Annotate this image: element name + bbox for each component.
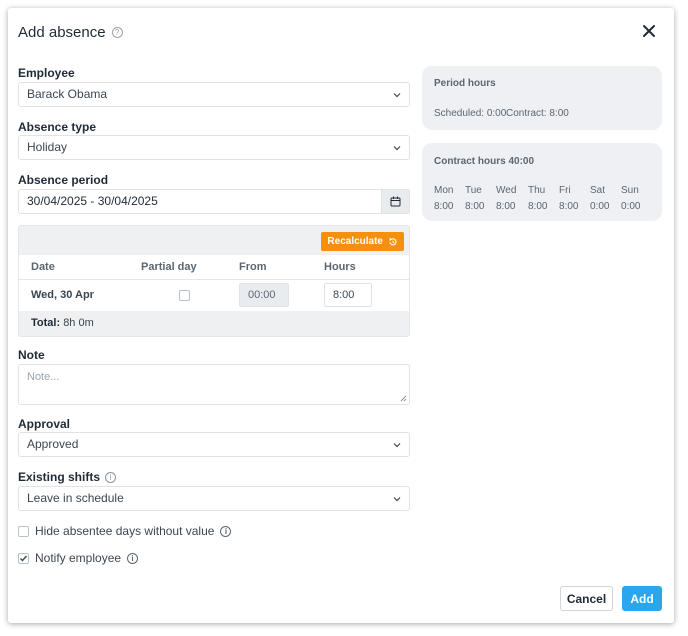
approval-select[interactable]: Approved — [18, 432, 410, 457]
note-placeholder: Note... — [27, 371, 60, 383]
day-hours: 8:00 — [528, 201, 548, 212]
notify-employee-label: Notify employee — [35, 551, 122, 565]
hide-absentee-row: Hide absentee days without value i — [18, 524, 232, 538]
approval-label: Approval — [18, 417, 71, 431]
employee-value: Barack Obama — [27, 87, 108, 101]
day-hours: 8:00 — [434, 201, 454, 212]
info-icon[interactable]: i — [220, 525, 232, 537]
info-icon[interactable]: i — [127, 552, 139, 564]
employee-label: Employee — [18, 66, 75, 80]
employee-select[interactable]: Barack Obama — [18, 82, 410, 107]
day-label: Wed — [496, 185, 517, 196]
contract-hours-title: Contract hours 40:00 — [434, 156, 535, 167]
header-partial-day: Partial day — [141, 261, 197, 273]
scheduled-hours: Scheduled: 0:00 — [434, 108, 507, 119]
day-hours: 0:00 — [590, 201, 610, 212]
checkmark-icon — [20, 555, 28, 562]
day-label: Thu — [528, 185, 546, 196]
info-icon[interactable]: i — [105, 471, 117, 483]
day-hours: 8:00 — [496, 201, 516, 212]
question-circle-icon[interactable]: ? — [111, 27, 123, 38]
hide-absentee-label: Hide absentee days without value — [35, 524, 215, 538]
day-hours: 8:00 — [465, 201, 485, 212]
contract-hours: Contract: 8:00 — [506, 108, 569, 119]
notify-employee-row: Notify employee i — [18, 551, 139, 565]
add-absence-dialog: Add absence ? Employee Barack Obama Abse… — [8, 8, 674, 623]
day-hours: 8:00 — [559, 201, 579, 212]
table-body: Date Partial day From Hours Wed, 30 Apr … — [19, 255, 409, 311]
notify-employee-checkbox[interactable] — [18, 552, 29, 564]
header-date: Date — [31, 261, 55, 273]
period-hours-title: Period hours — [434, 78, 496, 89]
chevron-down-icon — [393, 93, 401, 98]
absence-period-input[interactable]: 30/04/2025 - 30/04/2025 — [18, 189, 410, 214]
note-textarea[interactable]: Note... — [18, 364, 410, 405]
recalculate-button[interactable]: Recalculate — [321, 232, 404, 251]
approval-value: Approved — [27, 437, 79, 451]
dialog-title-text: Add absence — [18, 24, 106, 41]
existing-shifts-select[interactable]: Leave in schedule — [18, 486, 410, 511]
row-divider — [19, 279, 409, 280]
close-icon[interactable] — [640, 22, 658, 40]
existing-shifts-label: Existing shifts i — [18, 470, 117, 484]
day-label: Tue — [465, 185, 482, 196]
refresh-icon — [389, 237, 397, 245]
calendar-button[interactable] — [381, 189, 410, 214]
day-label: Sun — [621, 185, 639, 196]
resize-handle-icon[interactable] — [400, 395, 407, 402]
row-date: Wed, 30 Apr — [31, 289, 94, 301]
day-label: Sat — [590, 185, 606, 196]
existing-shifts-label-text: Existing shifts — [18, 470, 101, 484]
day-label: Mon — [434, 185, 454, 196]
recalculate-label: Recalculate — [327, 236, 383, 247]
absence-type-value: Holiday — [27, 140, 68, 154]
partial-day-checkbox[interactable] — [179, 290, 190, 301]
hours-input[interactable]: 8:00 — [324, 283, 372, 307]
existing-shifts-value: Leave in schedule — [27, 491, 124, 505]
period-hours-panel: Period hours Scheduled: 0:00 Contract: 8… — [422, 66, 662, 130]
day-label: Fri — [559, 185, 571, 196]
absence-days-table: Recalculate Date Partial day From Hours … — [18, 225, 410, 337]
header-from: From — [239, 261, 267, 273]
table-total: Total: 8h 0m — [31, 317, 94, 329]
absence-period-value: 30/04/2025 - 30/04/2025 — [27, 194, 158, 208]
total-value: 8h 0m — [63, 317, 94, 329]
absence-type-select[interactable]: Holiday — [18, 135, 410, 160]
chevron-down-icon — [393, 146, 401, 151]
dialog-title: Add absence ? — [18, 24, 123, 41]
day-hours: 0:00 — [621, 201, 641, 212]
note-label: Note — [18, 348, 45, 362]
from-time-input[interactable]: 00:00 — [239, 283, 289, 307]
absence-type-label: Absence type — [18, 120, 97, 134]
header-hours: Hours — [324, 261, 356, 273]
calendar-icon — [390, 196, 401, 207]
chevron-down-icon — [393, 443, 401, 448]
absence-period-label: Absence period — [18, 173, 109, 187]
chevron-down-icon — [393, 497, 401, 502]
cancel-button[interactable]: Cancel — [560, 586, 613, 611]
add-button[interactable]: Add — [622, 586, 662, 611]
total-label: Total: — [31, 317, 61, 329]
hide-absentee-checkbox[interactable] — [18, 525, 29, 537]
contract-hours-panel: Contract hours 40:00 Mon 8:00 Tue 8:00 W… — [422, 143, 662, 221]
